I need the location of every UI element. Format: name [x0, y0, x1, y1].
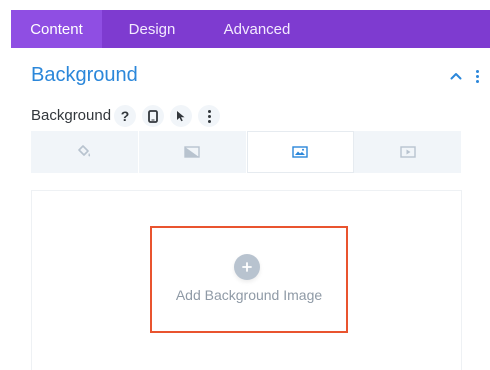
paint-bucket-icon[interactable] [31, 131, 139, 173]
settings-tab-bar: Content Design Advanced [11, 10, 490, 48]
section-options-icon[interactable] [472, 68, 482, 84]
field-options-icon[interactable] [198, 105, 220, 127]
plus-icon[interactable] [234, 254, 260, 280]
tab-design[interactable]: Design [102, 10, 202, 48]
tab-content[interactable]: Content [11, 10, 102, 48]
video-icon[interactable] [354, 131, 462, 173]
phone-icon[interactable] [142, 105, 164, 127]
question-icon[interactable]: ? [114, 105, 136, 127]
field-label: Background [31, 107, 112, 124]
gradient-icon[interactable] [139, 131, 247, 173]
background-type-tabs [31, 131, 462, 173]
add-background-image-button[interactable]: Add Background Image [150, 287, 348, 303]
cursor-icon[interactable] [170, 105, 192, 127]
chevron-up-icon[interactable] [448, 68, 464, 84]
image-icon[interactable] [246, 131, 355, 173]
tab-advanced[interactable]: Advanced [202, 10, 312, 48]
section-title[interactable]: Background [31, 64, 138, 87]
